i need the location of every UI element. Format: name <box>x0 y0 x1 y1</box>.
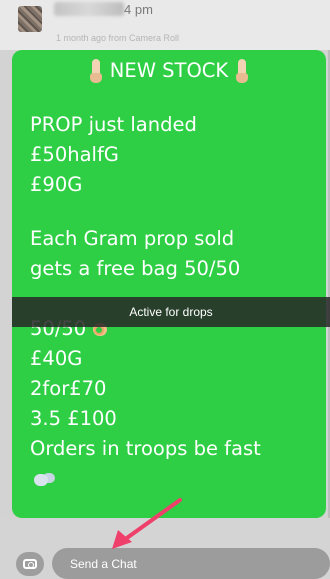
message-line: £50halfG <box>30 143 119 166</box>
message-line: £90G <box>30 173 83 196</box>
message-line: 2for£70 <box>30 377 107 400</box>
chat-input[interactable]: Send a Chat <box>52 548 330 579</box>
message-line: PROP just landed <box>30 113 197 136</box>
caption-bar: Active for drops <box>12 297 330 327</box>
camera-button[interactable] <box>16 552 44 576</box>
message-line: Each Gram prop sold <box>30 227 235 250</box>
dash-cloud-icon <box>32 470 54 488</box>
message-text: NEW STOCK PROP just landed £50halfG £90G… <box>30 56 320 494</box>
message-line: 3.5 £100 <box>30 407 117 430</box>
story-header: 4 pm 1 month ago from Camera Roll <box>0 0 330 50</box>
message-line: £40G <box>30 347 83 370</box>
message-bubble: NEW STOCK PROP just landed £50halfG £90G… <box>12 50 326 518</box>
post-time: 4 pm <box>124 2 153 17</box>
camera-icon <box>23 559 37 569</box>
pointing-down-finger-icon <box>89 59 102 83</box>
message-line: Orders in troops be fast <box>30 437 261 460</box>
posted-source: 1 month ago from Camera Roll <box>56 33 180 43</box>
chat-placeholder: Send a Chat <box>70 556 137 571</box>
message-title: NEW STOCK <box>109 59 229 82</box>
sender-name-blurred <box>54 2 124 16</box>
snap-viewer: 4 pm 1 month ago from Camera Roll NEW ST… <box>0 0 330 579</box>
message-title-row: NEW STOCK <box>18 56 320 86</box>
avatar[interactable] <box>18 6 42 32</box>
message-line: gets a free bag 50/50 <box>30 257 241 280</box>
pointing-down-finger-icon <box>236 59 249 83</box>
caption-text: Active for drops <box>129 305 213 319</box>
